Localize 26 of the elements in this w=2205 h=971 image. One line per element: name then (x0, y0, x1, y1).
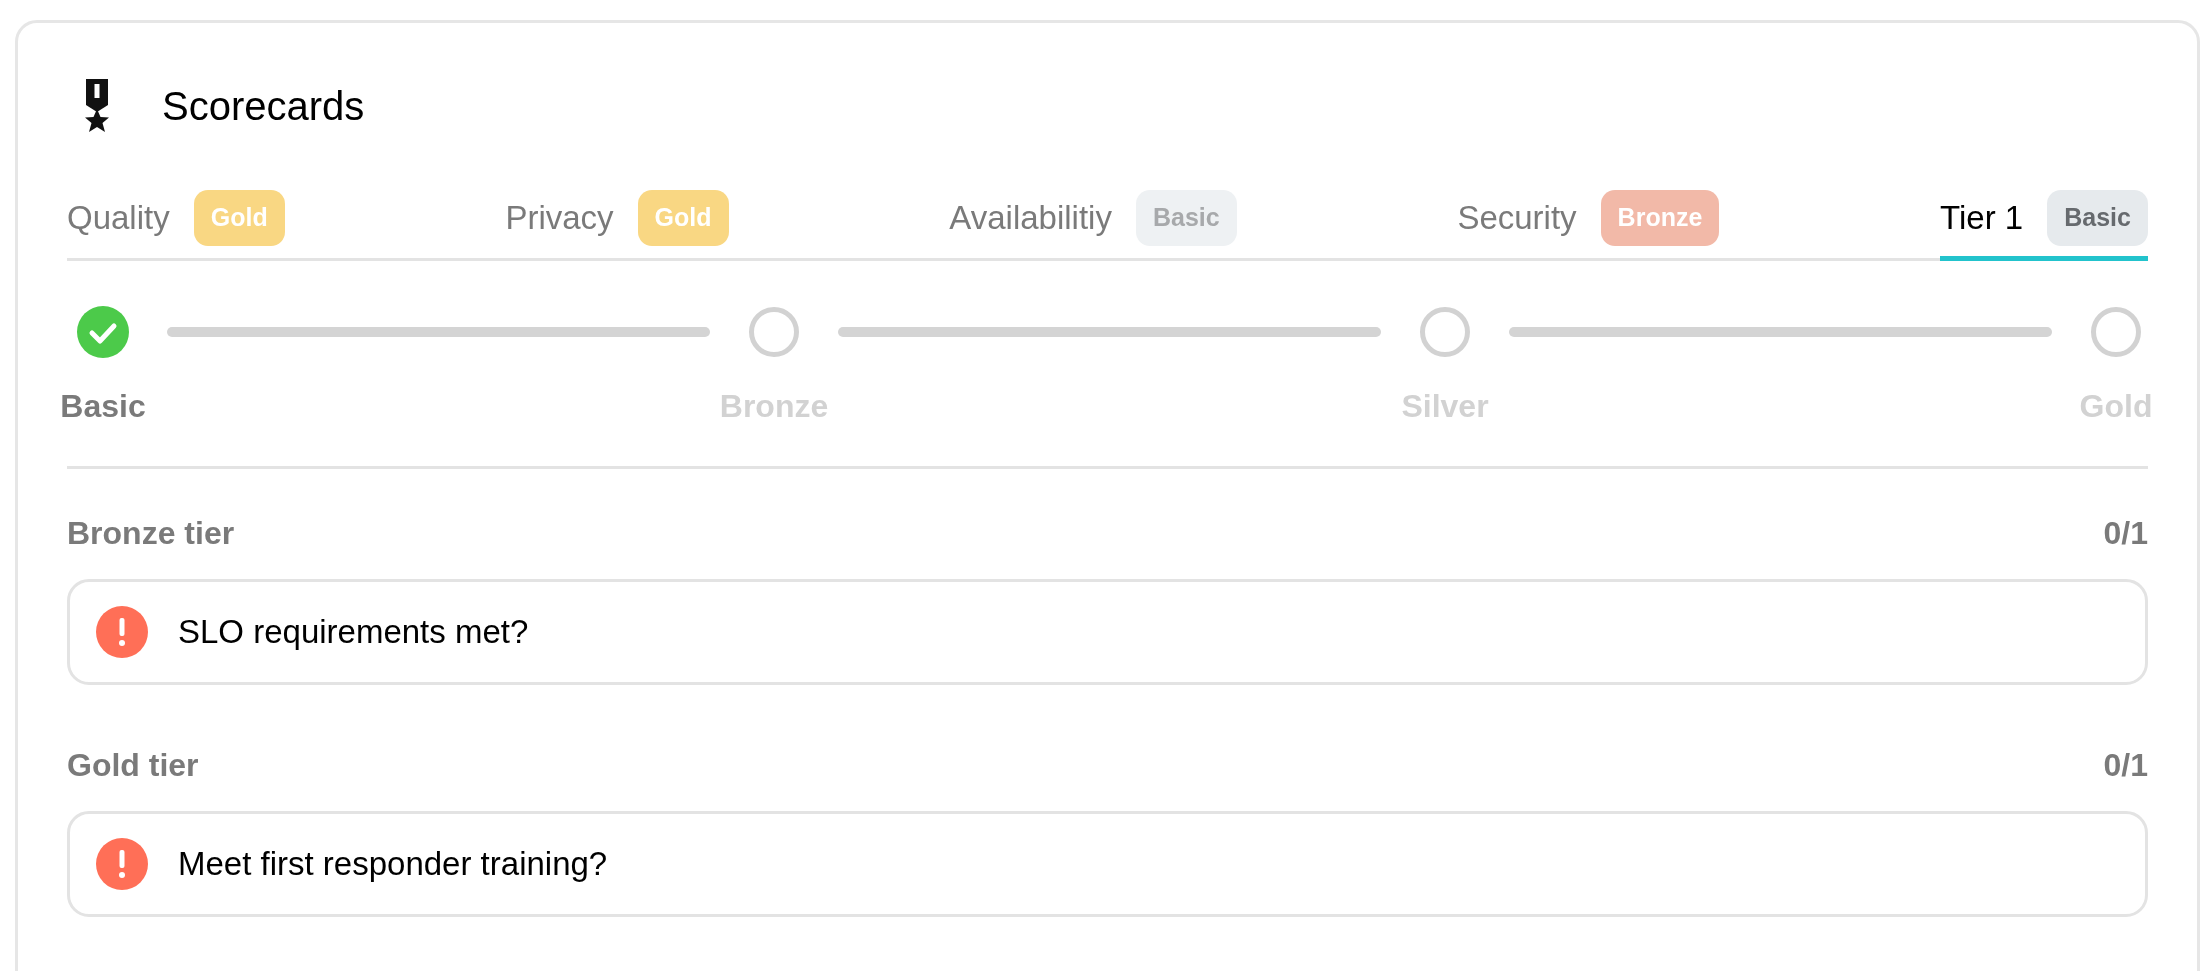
tier-badge: Gold (193, 190, 285, 246)
tab-label: Tier 1 (1940, 198, 2024, 238)
tier-badge: Basic (2047, 190, 2148, 246)
tier-title: Gold tier (67, 745, 199, 785)
scorecard-tab[interactable]: Quality Gold (67, 190, 285, 261)
tier-badge: Gold (637, 190, 729, 246)
rule-row[interactable]: SLO requirements met? (67, 578, 2148, 685)
scorecard-tab[interactable]: Security Bronze (1457, 190, 1720, 261)
rule-count: 0/1 (2103, 513, 2148, 553)
tab-label: Security (1457, 198, 1577, 238)
tab-label: Privacy (505, 198, 614, 238)
rule-row[interactable]: Meet first responder training? (67, 810, 2148, 917)
tier-badge: Bronze (1600, 190, 1720, 246)
step-label: Basic (60, 386, 146, 426)
scorecard-tab[interactable]: Tier 1 Basic (1940, 190, 2148, 261)
tab-label: Availabilitiy (949, 198, 1112, 238)
rule-text: Meet first responder training? (178, 843, 608, 884)
medal-icon (82, 79, 112, 133)
tab-label: Quality (67, 198, 170, 238)
rule-count: 0/1 (2103, 745, 2148, 785)
scorecard-tab[interactable]: Privacy Gold (505, 190, 729, 261)
scorecard-tab[interactable]: Availabilitiy Basic (949, 190, 1237, 261)
tier-title: Bronze tier (67, 513, 235, 553)
rule-text: SLO requirements met? (178, 611, 529, 652)
panel-title: Scorecards (162, 83, 365, 130)
tier-badge: Basic (1135, 190, 1237, 246)
